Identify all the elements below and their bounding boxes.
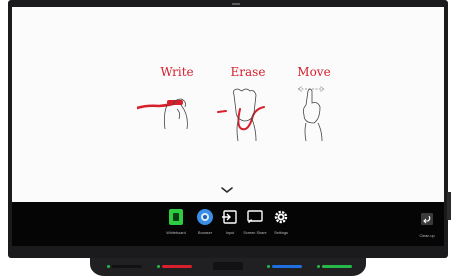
pen-green[interactable] [317, 265, 352, 268]
pen-indicator-light [267, 265, 270, 268]
app-label-input: Input [225, 231, 235, 235]
app-browser[interactable]: Browser [193, 208, 217, 235]
brand-logo [232, 3, 240, 5]
pen-tray [90, 258, 366, 276]
exit-arrow-icon [421, 213, 433, 225]
gesture-label-write: Write [160, 65, 194, 79]
whiteboard-icon [169, 209, 183, 225]
exit-label: Clean up [419, 234, 435, 238]
app-label-screen-share: Screen Share [243, 231, 267, 235]
app-whiteboard[interactable]: Whiteboard [164, 208, 188, 235]
pen-indicator-light [157, 265, 160, 268]
pen-black[interactable] [107, 265, 142, 268]
pen-blue[interactable] [267, 265, 302, 268]
launcher-taskbar: Whiteboard Browser Input Screen Share Se… [12, 202, 444, 246]
screen-share-icon [247, 210, 263, 224]
exit-button[interactable]: Clean up [417, 212, 437, 238]
app-label-settings: Settings [274, 231, 288, 235]
app-settings[interactable]: Settings [269, 208, 293, 235]
gesture-label-move: Move [297, 65, 331, 79]
browser-globe-icon [197, 209, 213, 225]
gesture-move: Move [274, 65, 354, 142]
tray-center-sensor [213, 262, 243, 270]
side-control-panel[interactable] [447, 192, 451, 220]
gesture-write: Write [137, 65, 217, 130]
hand-writing-with-pen-icon [137, 98, 188, 130]
display-screen[interactable]: Write Erase Move [12, 7, 444, 202]
pen-indicator-light [107, 265, 110, 268]
app-screen-share[interactable]: Screen Share [243, 208, 267, 235]
app-label-whiteboard: Whiteboard [166, 231, 186, 235]
app-input[interactable]: Input [218, 208, 242, 235]
pen-red[interactable] [157, 265, 192, 268]
two-finger-move-icon [297, 86, 325, 142]
chevron-down-icon[interactable] [219, 185, 235, 195]
input-source-icon [222, 210, 237, 224]
gear-icon [274, 210, 288, 224]
pen-indicator-light [317, 265, 320, 268]
app-label-browser: Browser [198, 231, 212, 235]
